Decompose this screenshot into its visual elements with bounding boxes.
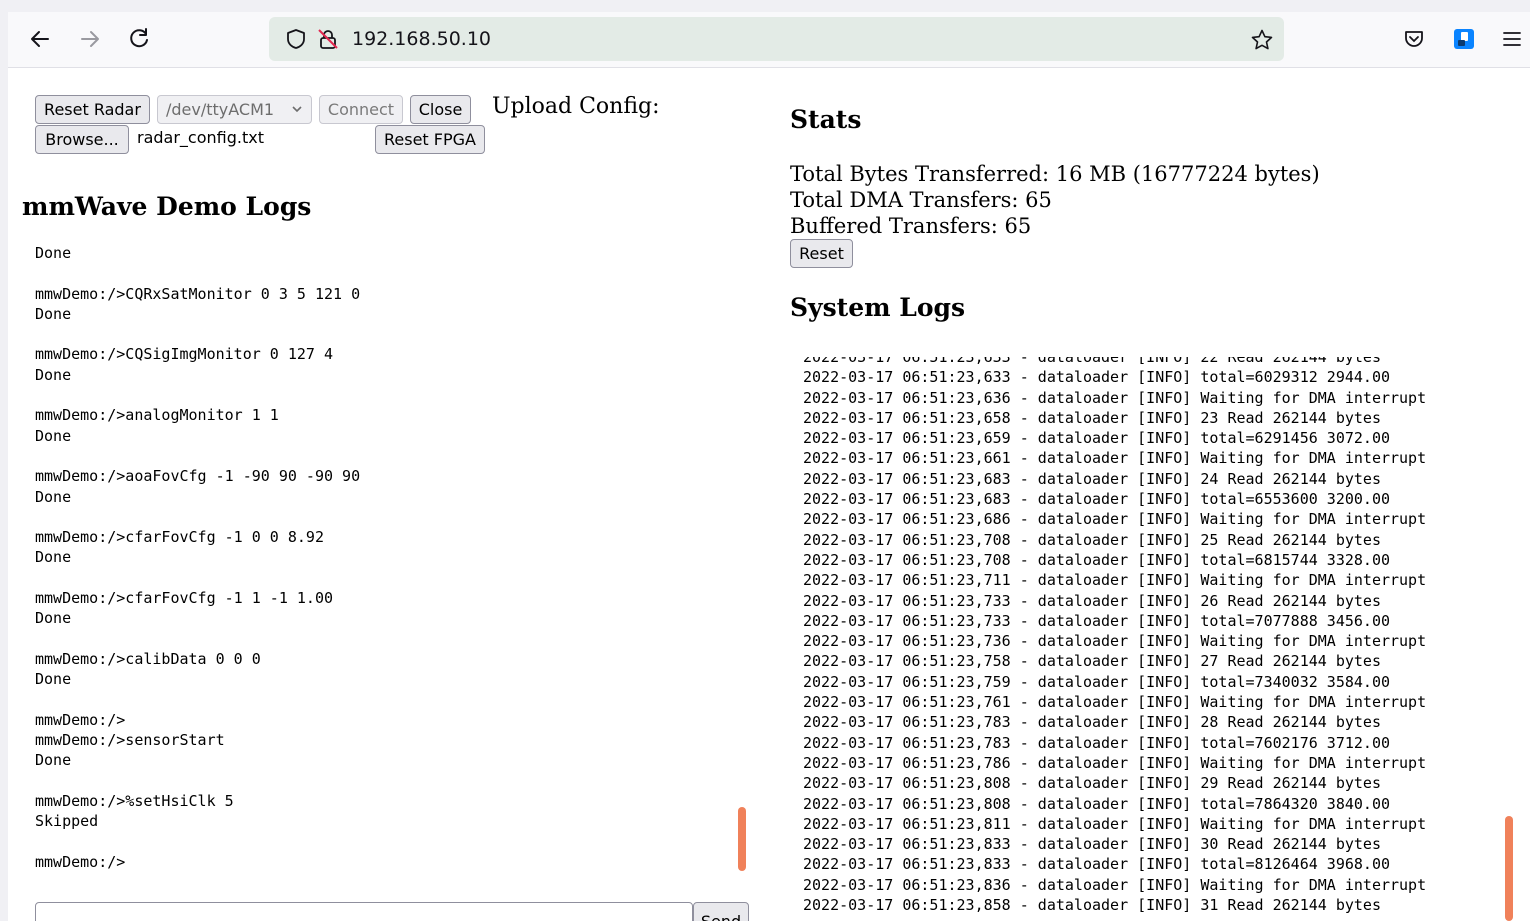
system-log-line: 2022-03-17 06:51:23,708 - dataloader [IN… — [803, 550, 1390, 569]
demo-log-line — [35, 568, 360, 588]
demo-log-line — [35, 263, 360, 283]
stats-reset-button[interactable]: Reset — [790, 239, 853, 268]
demo-log-line — [35, 771, 360, 791]
system-log-line: 2022-03-17 06:51:23,633 - dataloader [IN… — [803, 357, 1381, 366]
system-log-line: 2022-03-17 06:51:23,858 - dataloader [IN… — [803, 896, 1381, 915]
upload-config-label: Upload Config: — [492, 94, 660, 119]
demo-logs-heading: mmWave Demo Logs — [22, 192, 312, 221]
system-log-line: 2022-03-17 06:51:23,733 - dataloader [IN… — [803, 591, 1381, 610]
demo-log-line: Done — [35, 751, 72, 770]
demo-log-line: mmwDemo:/>%setHsiClk 5 — [35, 792, 234, 811]
demo-log-line: mmwDemo:/>analogMonitor 1 1 — [35, 406, 279, 425]
total-dma-text: Total DMA Transfers: 65 — [790, 188, 1052, 212]
demo-log-line: Done — [35, 246, 72, 262]
reset-radar-button[interactable]: Reset Radar — [35, 95, 150, 124]
system-log-line: 2022-03-17 06:51:23,786 - dataloader [IN… — [803, 753, 1427, 772]
system-log-line: 2022-03-17 06:51:23,661 - dataloader [IN… — [803, 449, 1427, 468]
system-log-line: 2022-03-17 06:51:23,636 - dataloader [IN… — [803, 388, 1427, 407]
demo-log-line — [35, 324, 360, 344]
system-log-line: 2022-03-17 06:51:23,761 - dataloader [IN… — [803, 693, 1427, 712]
system-log-line: 2022-03-17 06:51:23,686 - dataloader [IN… — [803, 510, 1427, 529]
reset-fpga-button[interactable]: Reset FPGA — [375, 125, 485, 154]
browser-toolbar: 192.168.50.10 — [8, 12, 1530, 68]
system-log-line: 2022-03-17 06:51:23,683 - dataloader [IN… — [803, 490, 1390, 509]
system-log-line: 2022-03-17 06:51:23,759 - dataloader [IN… — [803, 672, 1390, 691]
command-input[interactable] — [35, 902, 693, 921]
system-log-line: 2022-03-17 06:51:23,733 - dataloader [IN… — [803, 611, 1390, 630]
total-bytes-text: Total Bytes Transferred: 16 MB (16777224… — [790, 162, 1320, 186]
system-log-line: 2022-03-17 06:51:23,633 - dataloader [IN… — [803, 368, 1390, 387]
system-log-line: 2022-03-17 06:51:23,658 - dataloader [IN… — [803, 408, 1381, 427]
demo-log-line: mmwDemo:/>calibData 0 0 0 — [35, 649, 261, 668]
chevron-down-icon — [291, 96, 303, 131]
demo-log-line: mmwDemo:/>sensorStart — [35, 731, 225, 750]
system-log-line: 2022-03-17 06:51:23,783 - dataloader [IN… — [803, 733, 1390, 752]
send-button[interactable]: Send — [693, 902, 749, 921]
buffered-transfers-text: Buffered Transfers: 65 — [790, 214, 1032, 238]
selected-file-name: radar_config.txt — [137, 128, 264, 147]
demo-log-line — [35, 507, 360, 527]
demo-log-lines: Done mmwDemo:/>CQRxSatMonitor 0 3 5 121 … — [35, 246, 360, 872]
demo-log-line: Done — [35, 365, 72, 384]
demo-log-line — [35, 629, 360, 649]
system-log-line: 2022-03-17 06:51:23,808 - dataloader [IN… — [803, 774, 1381, 793]
url-text[interactable]: 192.168.50.10 — [352, 28, 491, 50]
system-log-line: 2022-03-17 06:51:23,808 - dataloader [IN… — [803, 794, 1390, 813]
device-select-value: /dev/ttyACM1 — [166, 100, 275, 119]
system-log-line: 2022-03-17 06:51:23,833 - dataloader [IN… — [803, 855, 1390, 874]
system-logs-heading: System Logs — [790, 293, 966, 322]
demo-log-line: mmwDemo:/>cfarFovCfg -1 1 -1 1.00 — [35, 589, 334, 608]
device-select[interactable]: /dev/ttyACM1 — [157, 95, 312, 124]
hamburger-menu-icon[interactable] — [1501, 28, 1523, 54]
demo-log-line: Done — [35, 609, 72, 628]
demo-log-panel[interactable]: Done mmwDemo:/>CQRxSatMonitor 0 3 5 121 … — [8, 246, 756, 886]
system-log-line: 2022-03-17 06:51:23,708 - dataloader [IN… — [803, 530, 1381, 549]
demo-log-line: Skipped — [35, 812, 99, 831]
stats-heading: Stats — [790, 105, 862, 134]
connect-button[interactable]: Connect — [319, 95, 403, 124]
system-log-scrollbar[interactable] — [1505, 816, 1513, 921]
system-log-lines: 2022-03-17 06:51:23,633 - dataloader [IN… — [803, 357, 1426, 915]
pocket-icon[interactable] — [1403, 28, 1425, 54]
forward-arrow-icon[interactable] — [77, 26, 103, 52]
system-log-line: 2022-03-17 06:51:23,833 - dataloader [IN… — [803, 835, 1381, 854]
demo-log-line: mmwDemo:/>CQRxSatMonitor 0 3 5 121 0 — [35, 284, 361, 303]
demo-log-line: Done — [35, 304, 72, 323]
demo-log-line: mmwDemo:/>CQSigImgMonitor 0 127 4 — [35, 345, 334, 364]
bookmark-star-icon[interactable] — [1250, 28, 1274, 56]
system-log-line: 2022-03-17 06:51:23,836 - dataloader [IN… — [803, 875, 1427, 894]
system-log-line: 2022-03-17 06:51:23,711 - dataloader [IN… — [803, 571, 1427, 590]
back-arrow-icon[interactable] — [27, 26, 53, 52]
close-button[interactable]: Close — [410, 95, 471, 124]
demo-log-line: Done — [35, 487, 72, 506]
system-log-line: 2022-03-17 06:51:23,683 - dataloader [IN… — [803, 469, 1381, 488]
stats-block: Total Bytes Transferred: 16 MB (16777224… — [790, 161, 1320, 239]
system-log-panel[interactable]: 2022-03-17 06:51:23,633 - dataloader [IN… — [790, 357, 1520, 921]
extension-icon[interactable] — [1452, 27, 1476, 55]
page-content: Reset Radar /dev/ttyACM1 Connect Close U… — [8, 68, 1530, 921]
system-log-line: 2022-03-17 06:51:23,811 - dataloader [IN… — [803, 814, 1427, 833]
demo-log-line: Done — [35, 426, 72, 445]
demo-log-line — [35, 832, 360, 852]
demo-log-line: Done — [35, 548, 72, 567]
demo-log-line: mmwDemo:/> — [35, 710, 126, 729]
demo-log-line — [35, 446, 360, 466]
demo-log-line: mmwDemo:/> — [35, 852, 126, 871]
demo-log-scrollbar[interactable] — [738, 807, 746, 871]
system-log-line: 2022-03-17 06:51:23,736 - dataloader [IN… — [803, 632, 1427, 651]
demo-log-line: mmwDemo:/>aoaFovCfg -1 -90 90 -90 90 — [35, 467, 361, 486]
shield-icon[interactable] — [285, 28, 307, 54]
insecure-lock-icon[interactable] — [316, 27, 340, 55]
reload-icon[interactable] — [126, 26, 152, 52]
system-log-line: 2022-03-17 06:51:23,659 - dataloader [IN… — [803, 429, 1390, 448]
demo-log-line — [35, 385, 360, 405]
demo-log-line: Done — [35, 670, 72, 689]
browse-button[interactable]: Browse... — [35, 125, 129, 154]
demo-log-line — [35, 690, 360, 710]
demo-log-line: mmwDemo:/>cfarFovCfg -1 0 0 8.92 — [35, 528, 324, 547]
url-bar[interactable]: 192.168.50.10 — [269, 17, 1284, 61]
system-log-line: 2022-03-17 06:51:23,758 - dataloader [IN… — [803, 652, 1381, 671]
system-log-line: 2022-03-17 06:51:23,783 - dataloader [IN… — [803, 713, 1381, 732]
